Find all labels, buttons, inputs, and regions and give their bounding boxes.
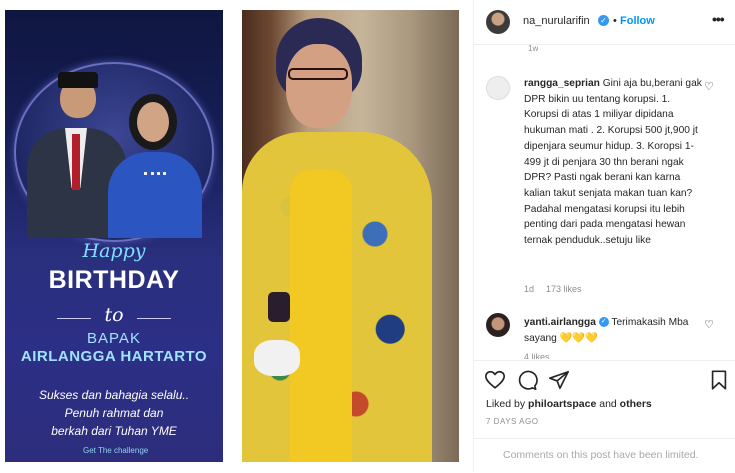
share-icon[interactable]: [548, 369, 570, 391]
avatar[interactable]: [486, 10, 510, 34]
bookmark-icon[interactable]: [708, 369, 730, 391]
comment-icon[interactable]: [516, 369, 538, 391]
follow-button[interactable]: Follow: [620, 15, 655, 27]
limited-text: Comments on this post have been limited.: [503, 449, 699, 461]
comment-likes[interactable]: 173 likes: [546, 284, 582, 294]
card-name-text: AIRLANGGA HARTARTO: [20, 348, 208, 365]
yellow-heart-emoji-icon: 💛💛💛: [559, 332, 598, 344]
comment-username[interactable]: rangga_seprian: [524, 78, 600, 89]
phone: [268, 292, 290, 322]
comment: rangga_seprian Gini aja bu,berani gak DP…: [524, 76, 706, 249]
post-actions: Liked by philoartspace and others 7 DAYS…: [474, 360, 735, 431]
verified-badge-icon: ✓: [598, 317, 609, 328]
card-wish-line: Penuh rahmat dan: [64, 406, 164, 420]
clipped-likes: 4 likes: [524, 352, 550, 359]
liked-others[interactable]: others: [620, 398, 652, 410]
glasses: [288, 68, 348, 80]
comments-limited-notice: Comments on this post have been limited.: [474, 438, 735, 473]
post-header: na_nurularifin ✓ • Follow •••: [474, 0, 735, 45]
card-wish-line: berkah dari Tuhan YME: [51, 424, 177, 438]
comments-panel: na_nurularifin ✓ • Follow ••• 1w rangga_…: [473, 0, 735, 472]
card-wish-line: Sukses dan bahagia selalu..: [38, 388, 190, 402]
avatar[interactable]: [486, 76, 510, 100]
separator-dot: •: [613, 15, 617, 27]
card-footer-text: Get The challenge: [83, 446, 149, 455]
card-birthday-text: BIRTHDAY: [48, 266, 180, 294]
card-bapak-text: BAPAK: [87, 330, 141, 347]
comment-body: Gini aja bu,berani gak DPR bikin uu tent…: [524, 78, 702, 247]
comment: yanti.airlangga ✓ Terimakasih Mba sayang…: [524, 315, 706, 346]
birthday-card-image[interactable]: Happy BIRTHDAY to BAPAK AIRLANGGA HARTAR…: [5, 10, 223, 462]
portrait-photo[interactable]: [242, 10, 459, 462]
liked-by: Liked by philoartspace and others: [486, 398, 652, 410]
avatar[interactable]: [486, 313, 510, 337]
card-to-text: to: [104, 304, 124, 326]
clipped-time: 1w: [528, 44, 539, 53]
comment-username[interactable]: yanti.airlangga: [524, 317, 596, 328]
face-mask: [254, 340, 300, 376]
card-happy-text: Happy: [82, 240, 146, 262]
heart-icon[interactable]: [484, 369, 506, 391]
more-options-icon[interactable]: •••: [712, 11, 725, 27]
liked-prefix: Liked by: [486, 398, 529, 410]
post-media: Happy BIRTHDAY to BAPAK AIRLANGGA HARTAR…: [0, 0, 473, 472]
liked-user[interactable]: philoartspace: [528, 398, 596, 410]
post-timestamp[interactable]: 7 DAYS AGO: [486, 417, 538, 426]
comment-age: 1d: [524, 284, 535, 294]
header-username[interactable]: na_nurularifin: [523, 15, 590, 27]
like-comment-heart-icon[interactable]: ♡: [704, 318, 714, 331]
like-comment-heart-icon[interactable]: ♡: [704, 80, 714, 93]
verified-badge-icon: ✓: [598, 15, 609, 26]
woman-face: [286, 44, 352, 128]
liked-and: and: [596, 398, 620, 410]
